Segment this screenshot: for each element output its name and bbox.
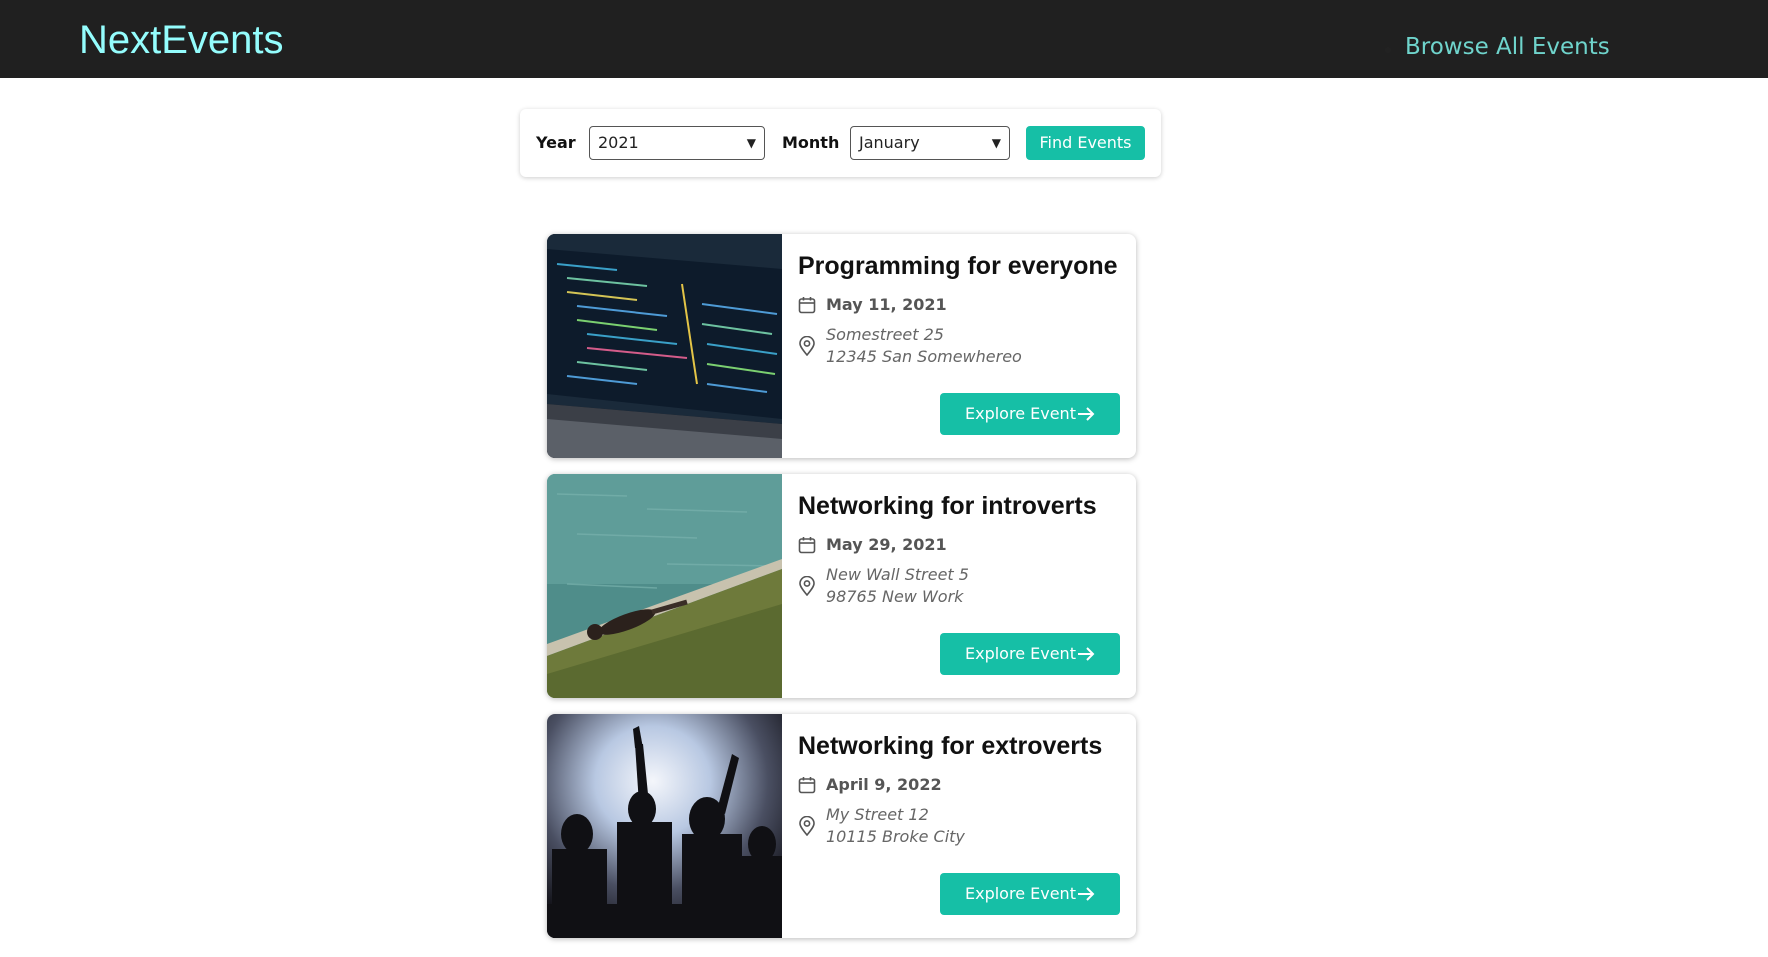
find-events-button[interactable]: Find Events [1026, 126, 1145, 160]
location-pin-icon [799, 576, 815, 596]
event-title: Networking for introverts [798, 492, 1097, 520]
event-date-text: May 29, 2021 [826, 535, 947, 554]
chevron-down-icon: ▼ [991, 136, 1001, 150]
calendar-icon [798, 297, 816, 314]
explore-event-button[interactable]: Explore Event [940, 633, 1120, 675]
address-line-1: Somestreet 25 [826, 325, 944, 344]
location-pin-icon [799, 816, 815, 836]
logo-link[interactable]: NextEvents [79, 16, 284, 64]
event-image-lake-shore [547, 474, 782, 698]
arrow-right-icon [1078, 407, 1095, 421]
location-pin-icon [799, 336, 815, 356]
explore-event-label: Explore Event [965, 404, 1076, 423]
arrow-right-icon [1078, 647, 1095, 661]
explore-event-label: Explore Event [965, 884, 1076, 903]
address-line-2: 12345 San Somewhereo [826, 347, 1022, 366]
event-card: Networking for extroverts April 9, 2022 … [547, 714, 1136, 938]
address-line-2: 10115 Broke City [826, 827, 965, 846]
nav-item-browse: Browse All Events [1385, 29, 1610, 65]
month-select-value: January [859, 133, 920, 152]
explore-event-label: Explore Event [965, 644, 1076, 663]
event-address-text: My Street 12 10115 Broke City [826, 804, 965, 848]
address-line-2: 98765 New Work [826, 587, 964, 606]
event-address-text: New Wall Street 5 98765 New Work [826, 564, 969, 608]
top-header: NextEvents Browse All Events [0, 0, 1768, 78]
event-title: Programming for everyone [798, 252, 1118, 280]
address-line-1: New Wall Street 5 [826, 565, 969, 584]
event-image-laptop-code [547, 234, 782, 458]
explore-event-button[interactable]: Explore Event [940, 873, 1120, 915]
month-select[interactable]: January ▼ [850, 126, 1010, 160]
year-select[interactable]: 2021 ▼ [589, 126, 765, 160]
event-date-text: April 9, 2022 [826, 775, 942, 794]
event-date-text: May 11, 2021 [826, 295, 947, 314]
calendar-icon [798, 537, 816, 554]
event-search-form: Year 2021 ▼ Month January ▼ Find Events [520, 109, 1161, 177]
main-nav: Browse All Events [1385, 29, 1610, 65]
browse-all-events-link[interactable]: Browse All Events [1405, 34, 1610, 60]
event-title: Networking for extroverts [798, 732, 1103, 760]
event-card: Networking for introverts May 29, 2021 N… [547, 474, 1136, 698]
address-line-1: My Street 12 [826, 805, 929, 824]
event-card: Programming for everyone May 11, 2021 So… [547, 234, 1136, 458]
event-image-concert-crowd [547, 714, 782, 938]
calendar-icon [798, 777, 816, 794]
chevron-down-icon: ▼ [746, 136, 756, 150]
arrow-right-icon [1078, 887, 1095, 901]
year-label: Year [536, 133, 576, 152]
explore-event-button[interactable]: Explore Event [940, 393, 1120, 435]
year-select-value: 2021 [598, 133, 639, 152]
event-address-text: Somestreet 25 12345 San Somewhereo [826, 324, 1022, 368]
month-label: Month [782, 133, 840, 152]
